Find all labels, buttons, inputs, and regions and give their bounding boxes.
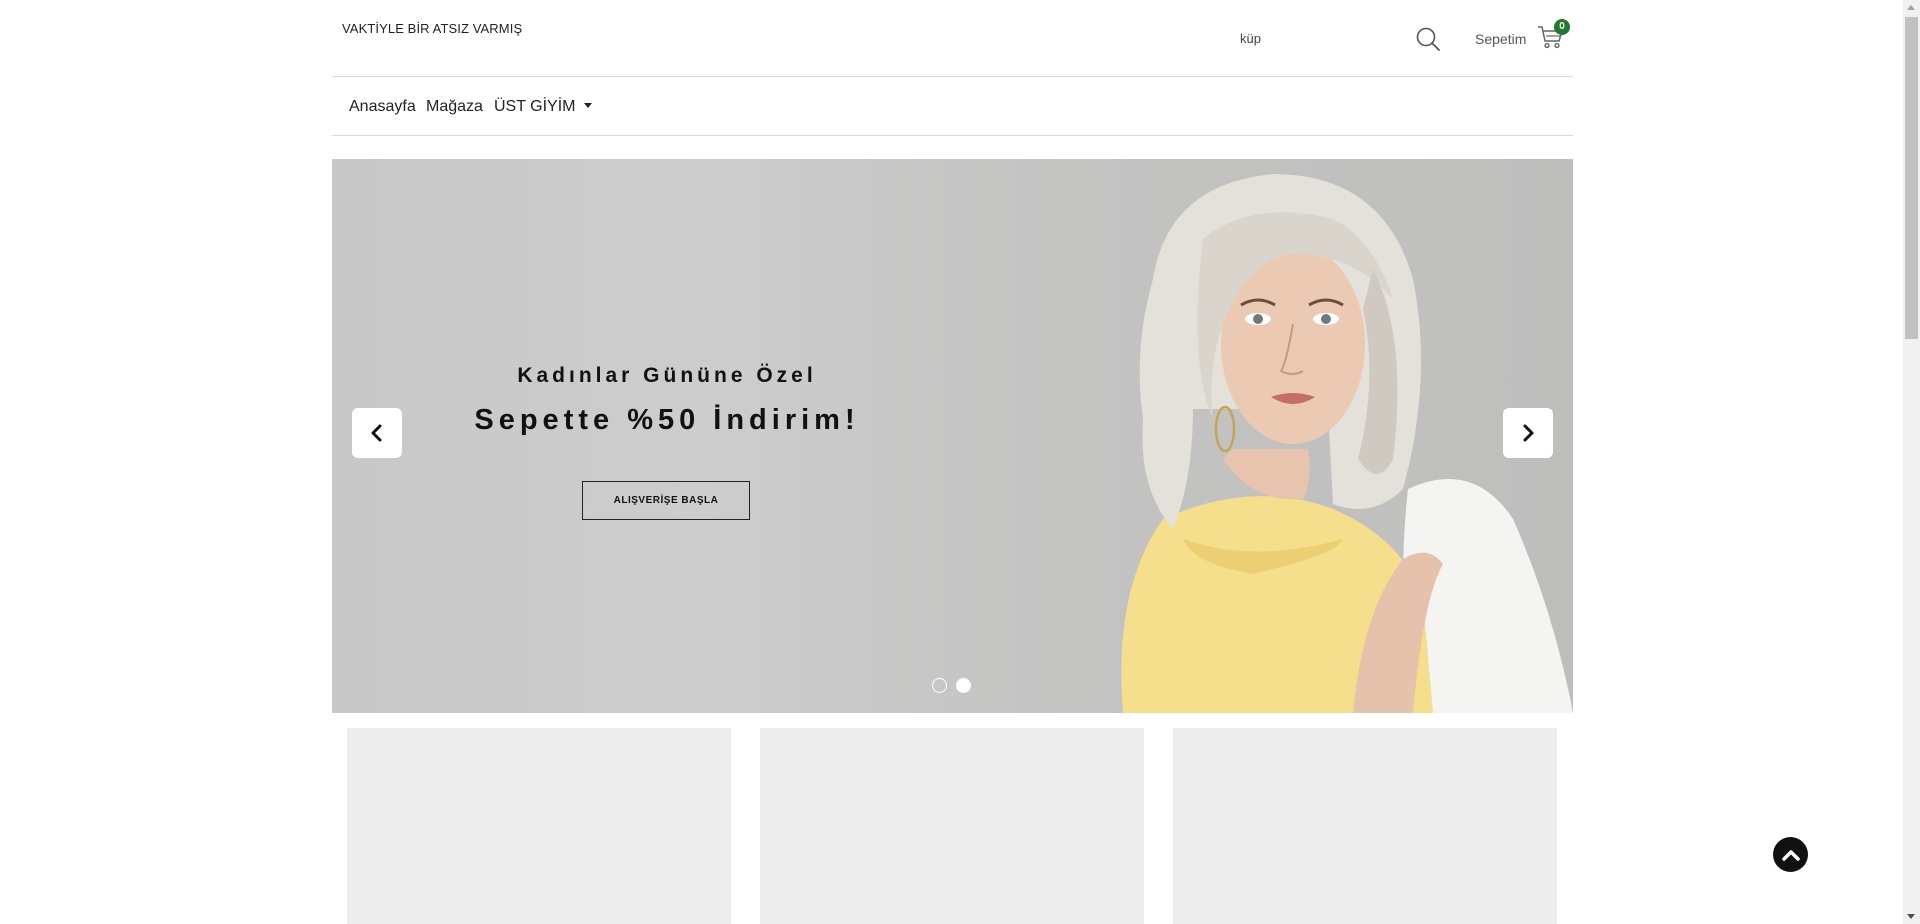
- slider-dots: [932, 678, 971, 693]
- slider-next-button[interactable]: [1503, 408, 1553, 458]
- scroll-up-arrow-icon[interactable]: [1907, 5, 1915, 10]
- nav-item-label: ÜST GİYİM: [494, 98, 576, 115]
- product-card-placeholder[interactable]: [760, 728, 1144, 924]
- cart-count-badge: 0: [1554, 19, 1570, 35]
- slider-prev-button[interactable]: [352, 408, 402, 458]
- slider-dot[interactable]: [932, 678, 947, 693]
- hero-slider: Kadınlar Gününe Özel Sepette %50 İndirim…: [332, 159, 1573, 713]
- scroll-down-arrow-icon[interactable]: [1907, 914, 1915, 919]
- shop-now-button[interactable]: ALIŞVERİŞE BAŞLA: [582, 481, 750, 520]
- main-nav: Anasayfa Mağaza ÜST GİYİM: [332, 78, 1573, 136]
- search-icon: [1416, 27, 1440, 51]
- nav-item-ust-giyim[interactable]: ÜST GİYİM: [494, 98, 592, 116]
- chevron-left-icon: [371, 424, 382, 442]
- chevron-right-icon: [1523, 424, 1534, 442]
- page: VAKTİYLE BİR ATSIZ VARMIŞ Sepetim 0 Anas…: [0, 0, 1903, 924]
- product-card-placeholder[interactable]: [347, 728, 731, 924]
- caret-down-icon: [583, 103, 592, 108]
- hero-title: Sepette %50 İndirim!: [474, 404, 860, 436]
- cart-label[interactable]: Sepetim: [1475, 31, 1526, 47]
- nav-item-anasayfa[interactable]: Anasayfa: [349, 98, 416, 116]
- site-header: VAKTİYLE BİR ATSIZ VARMIŞ Sepetim 0: [332, 0, 1573, 77]
- search-input[interactable]: [1240, 31, 1400, 46]
- chevron-up-icon: [1781, 849, 1800, 861]
- nav-item-magaza[interactable]: Mağaza: [426, 98, 483, 116]
- search-button[interactable]: [1415, 26, 1441, 52]
- hero-subtitle: Kadınlar Gününe Özel: [517, 364, 817, 387]
- back-to-top-button[interactable]: [1773, 837, 1808, 872]
- model-photo: [1121, 174, 1573, 713]
- page-scrollbar[interactable]: [1903, 0, 1920, 924]
- scroll-thumb[interactable]: [1905, 17, 1918, 339]
- slider-dot-active[interactable]: [956, 678, 971, 693]
- product-card-placeholder[interactable]: [1173, 728, 1557, 924]
- site-logo[interactable]: VAKTİYLE BİR ATSIZ VARMIŞ: [342, 21, 522, 36]
